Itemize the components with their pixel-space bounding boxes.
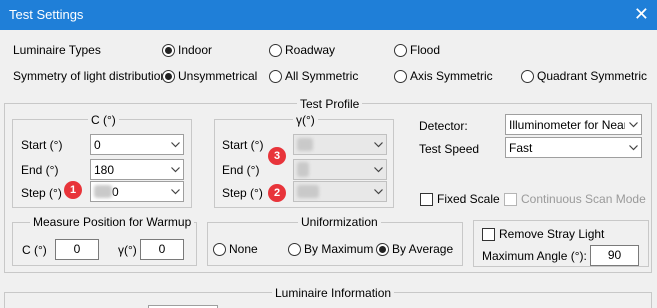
test-speed-label: Test Speed — [419, 142, 480, 156]
window-title: Test Settings — [9, 7, 84, 22]
radio-unsymmetrical-indicator — [162, 69, 175, 83]
warmup-gamma-input[interactable]: 0 — [140, 239, 184, 260]
radio-flood-indicator — [394, 43, 407, 57]
gamma-group-title: γ(°) — [293, 113, 318, 127]
test-speed-value: Fast — [509, 140, 533, 155]
chevron-down-icon — [167, 135, 183, 154]
fixed-scale-checkbox[interactable]: Fixed Scale — [420, 192, 500, 206]
redaction-blur — [297, 138, 313, 151]
chevron-down-icon — [167, 160, 183, 179]
c-end-label: End (°) — [21, 163, 59, 177]
continuous-scan-label: Continuous Scan Mode — [521, 192, 646, 206]
continuous-scan-box — [504, 192, 517, 206]
chevron-down-icon — [370, 160, 386, 179]
max-angle-label: Maximum Angle (°): — [482, 249, 587, 263]
radio-all-symmetric-indicator — [269, 69, 282, 83]
c-start-label: Start (°) — [21, 138, 63, 152]
radio-by-maximum-label: By Maximum — [304, 242, 374, 256]
radio-roadway[interactable]: Roadway — [269, 43, 335, 57]
radio-none-label: None — [229, 242, 258, 256]
chevron-down-icon — [370, 135, 386, 154]
test-speed-select[interactable]: Fast — [505, 137, 642, 158]
radio-quadrant-symmetric-indicator — [521, 69, 534, 83]
radio-indoor-indicator — [162, 43, 175, 57]
gamma-step-label: Step (°) — [222, 186, 263, 200]
remove-stray-light-checkbox[interactable]: Remove Stray Light — [482, 227, 604, 241]
radio-axis-symmetric[interactable]: Axis Symmetric — [394, 69, 493, 83]
c-group-title: C (°) — [88, 113, 119, 127]
warmup-gamma-label: γ(°) — [118, 243, 137, 257]
radio-none[interactable]: None — [213, 242, 258, 256]
detector-value: Illuminometer for Near F — [509, 117, 625, 132]
annotation-badge-2: 2 — [268, 184, 286, 202]
redaction-blur — [94, 185, 112, 198]
warmup-c-label: C (°) — [22, 243, 47, 257]
c-end-select[interactable]: 180 — [90, 159, 184, 180]
c-end-value: 180 — [94, 162, 115, 177]
redaction-blur — [297, 185, 319, 198]
annotation-badge-3: 3 — [268, 147, 286, 165]
c-start-select[interactable]: 0 — [90, 134, 184, 155]
luminaire-types-label: Luminaire Types — [13, 43, 101, 57]
radio-all-symmetric[interactable]: All Symmetric — [269, 69, 358, 83]
radio-flood-label: Flood — [410, 43, 441, 57]
c-step-label: Step (°) — [21, 186, 62, 200]
radio-roadway-indicator — [269, 43, 282, 57]
radio-by-average[interactable]: By Average — [376, 242, 453, 256]
radio-quadrant-symmetric[interactable]: Quadrant Symmetric — [521, 69, 647, 83]
remove-stray-light-box — [482, 227, 495, 241]
radio-none-indicator — [213, 242, 226, 256]
close-icon[interactable]: ✕ — [634, 4, 649, 24]
redaction-blur — [297, 162, 309, 177]
radio-indoor-label: Indoor — [178, 43, 213, 57]
radio-unsymmetrical-label: Unsymmetrical — [178, 69, 258, 83]
test-profile-title: Test Profile — [297, 97, 363, 111]
radio-flood[interactable]: Flood — [394, 43, 440, 57]
radio-indoor[interactable]: Indoor — [162, 43, 212, 57]
luminaire-information-title: Luminaire Information — [272, 286, 395, 300]
chevron-down-icon — [625, 115, 641, 134]
continuous-scan-checkbox[interactable]: Continuous Scan Mode — [504, 192, 646, 206]
title-bar: Test Settings ✕ — [0, 0, 657, 30]
warmup-title: Measure Position for Warmup — [30, 215, 195, 229]
radio-unsymmetrical[interactable]: Unsymmetrical — [162, 69, 257, 83]
radio-by-maximum[interactable]: By Maximum — [288, 242, 373, 256]
c-start-value: 0 — [94, 137, 101, 152]
radio-all-symmetric-label: All Symmetric — [285, 69, 359, 83]
gamma-end-label: End (°) — [222, 163, 260, 177]
radio-by-average-indicator — [376, 242, 389, 256]
chevron-down-icon — [625, 138, 641, 157]
symmetry-label: Symmetry of light distribution — [13, 69, 168, 83]
max-angle-input[interactable]: 90 — [590, 245, 639, 266]
radio-by-average-label: By Average — [392, 242, 454, 256]
uniformization-title: Uniformization — [298, 215, 381, 229]
annotation-badge-1: 1 — [64, 181, 82, 199]
radio-axis-symmetric-label: Axis Symmetric — [410, 69, 493, 83]
radio-quadrant-symmetric-label: Quadrant Symmetric — [537, 69, 648, 83]
fixed-scale-box — [420, 192, 433, 206]
detector-label: Detector: — [419, 119, 468, 133]
radio-axis-symmetric-indicator — [394, 69, 407, 83]
warmup-c-input[interactable]: 0 — [55, 239, 99, 260]
chevron-down-icon — [167, 182, 183, 201]
fixed-scale-label: Fixed Scale — [437, 192, 500, 206]
chevron-down-icon — [370, 182, 386, 201]
gamma-start-label: Start (°) — [222, 138, 264, 152]
radio-roadway-label: Roadway — [285, 43, 336, 57]
radio-by-maximum-indicator — [288, 242, 301, 256]
remove-stray-light-label: Remove Stray Light — [499, 227, 605, 241]
detector-select[interactable]: Illuminometer for Near F — [505, 114, 642, 135]
